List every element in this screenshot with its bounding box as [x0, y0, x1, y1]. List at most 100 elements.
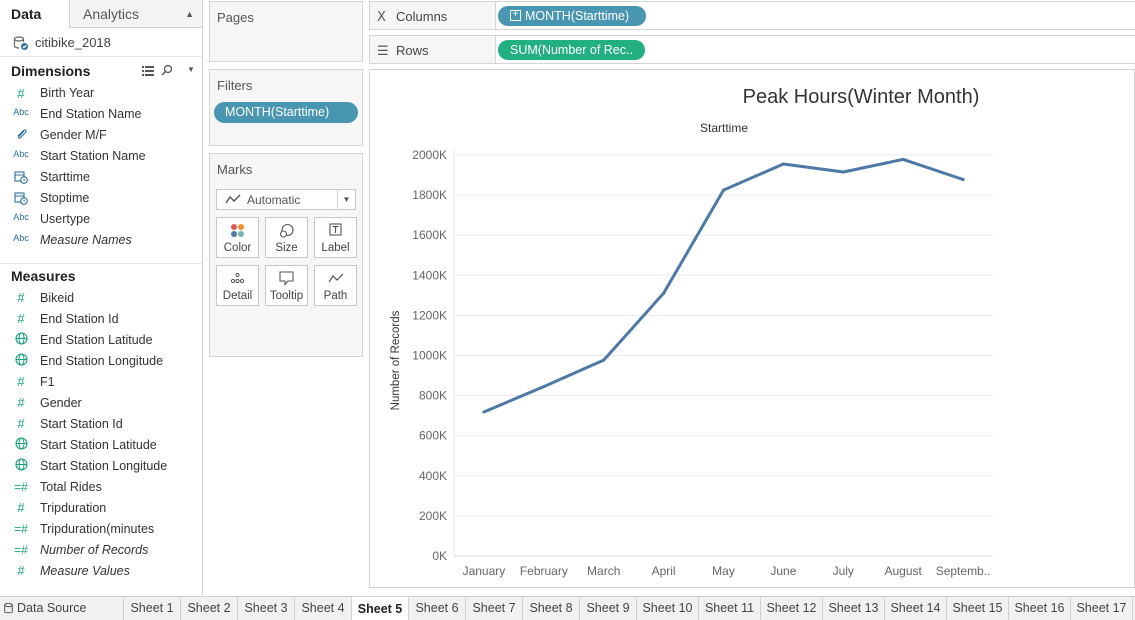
sheet-tab[interactable]: Sheet 10 [637, 597, 699, 620]
measure-field[interactable]: # F1 [10, 373, 200, 393]
field-label: Gender [40, 396, 82, 410]
sheet-tab[interactable]: Sheet 6 [409, 597, 466, 620]
x-tick-label: April [652, 564, 676, 578]
y-tick-label: 1600K [412, 228, 447, 242]
sheet-tab[interactable]: Sheet 7 [466, 597, 523, 620]
tooltip-icon [279, 271, 294, 286]
updown-arrow-icon[interactable]: ▲ [185, 0, 194, 28]
dimension-field[interactable]: Starttime [10, 168, 200, 188]
field-label: Gender M/F [40, 128, 107, 142]
sheet-tab[interactable]: Sheet 14 [885, 597, 947, 620]
measure-field[interactable]: End Station Latitude [10, 331, 200, 351]
dimension-field[interactable]: Abc Usertype [10, 210, 200, 230]
y-tick-label: 800K [419, 389, 447, 403]
measure-field[interactable]: # Start Station Id [10, 415, 200, 435]
data-source-label: Data Source [17, 601, 87, 615]
measure-field[interactable]: =# Number of Records [10, 541, 200, 561]
detail-button[interactable]: Detail [216, 265, 259, 306]
list-view-icon[interactable] [142, 65, 154, 76]
sheet-tab[interactable]: Sheet 4 [295, 597, 352, 620]
tab-analytics-label: Analytics [83, 6, 140, 22]
y-tick-label: 1800K [412, 188, 447, 202]
sheet-tab[interactable]: Sheet 2 [181, 597, 238, 620]
sheet-tab[interactable]: Sheet 3 [238, 597, 295, 620]
geo-globe-icon [10, 332, 32, 348]
field-label: Number of Records [40, 543, 149, 557]
field-label: End Station Name [40, 107, 142, 121]
color-label: Color [223, 242, 252, 254]
pages-card[interactable]: Pages [209, 1, 363, 62]
data-source-tab[interactable]: Data Source [0, 597, 124, 620]
data-point [722, 188, 725, 192]
dimension-field[interactable]: Gender M/F [10, 126, 200, 146]
dimension-field[interactable]: # Birth Year [10, 84, 200, 104]
measure-field[interactable]: # Gender [10, 394, 200, 414]
filters-card[interactable]: Filters MONTH(Starttime) [209, 69, 363, 146]
data-point [662, 291, 666, 295]
measure-field[interactable]: # Measure Values [10, 562, 200, 582]
sheet-tab[interactable]: Sheet 5 [352, 597, 409, 620]
filter-pill-month-starttime[interactable]: MONTH(Starttime) [214, 102, 358, 123]
detail-icon [230, 272, 245, 284]
sheet-tab[interactable]: Sheet 12 [761, 597, 823, 620]
size-button[interactable]: Size [265, 217, 308, 258]
group-paperclip-icon [10, 128, 32, 144]
measure-field[interactable]: End Station Longitude [10, 352, 200, 372]
sheet-tab[interactable]: Sheet 11 [699, 597, 761, 620]
sheet-tab[interactable]: Sheet 9 [580, 597, 637, 620]
x-tick-label: Septemb.. [936, 564, 991, 578]
columns-drop-area[interactable]: + MONTH(Starttime) [495, 2, 1135, 29]
datasource-item[interactable]: citibike_2018 [0, 29, 202, 57]
chevron-down-icon[interactable]: ▼ [337, 190, 355, 209]
measure-field[interactable]: Start Station Latitude [10, 436, 200, 456]
path-button[interactable]: Path [314, 265, 357, 306]
number-type-icon: # [17, 500, 25, 515]
number-type-icon: # [17, 395, 25, 410]
color-button[interactable]: Color [216, 217, 259, 258]
path-label: Path [323, 290, 348, 302]
database-icon [4, 603, 13, 614]
size-label: Size [275, 242, 298, 254]
dimension-field[interactable]: Abc Start Station Name [10, 147, 200, 167]
datasource-icon [13, 36, 28, 50]
dimension-field[interactable]: Stoptime [10, 189, 200, 209]
measure-field[interactable]: # End Station Id [10, 310, 200, 330]
columns-shelf: Ⅹ Columns + MONTH(Starttime) [369, 1, 1135, 30]
field-label: End Station Longitude [40, 354, 164, 368]
measure-field[interactable]: Start Station Longitude [10, 457, 200, 477]
tab-data[interactable]: Data [0, 0, 70, 28]
dimension-field[interactable]: Abc Measure Names [10, 231, 200, 251]
field-label: Usertype [40, 212, 91, 226]
view-area[interactable]: Peak Hours(Winter Month) Starttime 0K 200K 4… [369, 69, 1135, 588]
field-label: Start Station Latitude [40, 438, 157, 452]
dimension-field[interactable]: Abc End Station Name [10, 105, 200, 125]
search-icon[interactable] [161, 64, 173, 76]
filters-title: Filters [217, 78, 253, 93]
text-label-icon [329, 223, 342, 236]
sheet-tab[interactable]: Sheet 17 [1071, 597, 1133, 620]
string-type-icon: Abc [13, 107, 29, 117]
measure-field[interactable]: =# Tripduration(minutes [10, 520, 200, 540]
rows-label: Rows [396, 43, 429, 58]
sheet-tab[interactable]: Sheet 13 [823, 597, 885, 620]
sheet-tab[interactable]: Sheet 16 [1009, 597, 1071, 620]
label-button[interactable]: Label [314, 217, 357, 258]
sheet-tab[interactable]: Sheet 8 [523, 597, 580, 620]
calculated-number-icon: =# [14, 480, 28, 494]
dimensions-toolbar: ▼ [142, 64, 198, 78]
expand-plus-icon[interactable]: + [510, 10, 521, 21]
sheet-tab[interactable]: Sheet 15 [947, 597, 1009, 620]
mark-type-select[interactable]: Automatic ▼ [216, 189, 356, 210]
columns-pill-month-starttime[interactable]: + MONTH(Starttime) [498, 6, 646, 26]
number-type-icon: # [17, 86, 25, 101]
series-line-number-of-records [482, 157, 965, 414]
measure-field[interactable]: =# Total Rides [10, 478, 200, 498]
tooltip-button[interactable]: Tooltip [265, 265, 308, 306]
rows-drop-area[interactable]: SUM(Number of Rec.. [495, 36, 1135, 63]
rows-pill-sum-records[interactable]: SUM(Number of Rec.. [498, 40, 645, 60]
dropdown-arrow-icon[interactable]: ▼ [187, 65, 195, 74]
sheet-tab[interactable]: Sheet 1 [124, 597, 181, 620]
tab-analytics[interactable]: Analytics ▲ [70, 0, 202, 27]
measure-field[interactable]: # Bikeid [10, 289, 200, 309]
measure-field[interactable]: # Tripduration [10, 499, 200, 519]
